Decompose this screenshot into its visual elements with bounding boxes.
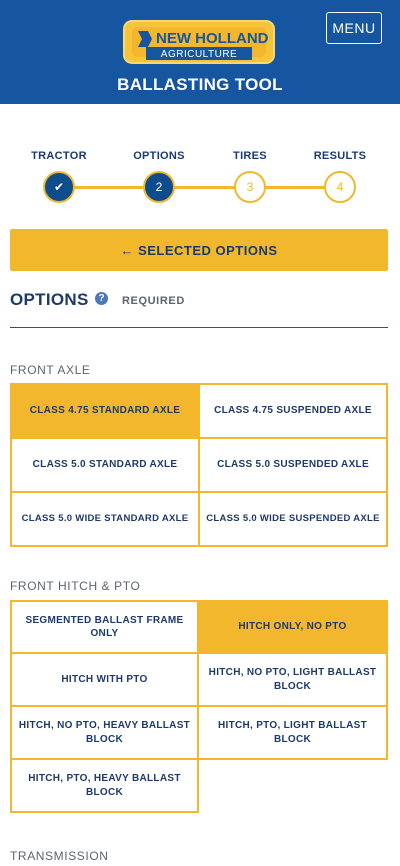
- new-holland-logo[interactable]: NEW HOLLAND AGRICULTURE: [122, 19, 276, 65]
- divider: [10, 327, 388, 328]
- step-results-marker[interactable]: 4: [324, 171, 356, 203]
- page-title: BALLASTING TOOL: [117, 75, 283, 94]
- option-hitch-no-pto-light-ballast-block[interactable]: HITCH, NO PTO, LIGHT BALLAST BLOCK: [199, 654, 388, 707]
- step-label-tires: TIRES: [233, 150, 267, 162]
- stepper-line: [59, 186, 340, 189]
- option-hitch-pto-heavy-ballast-block[interactable]: HITCH, PTO, HEAVY BALLAST BLOCK: [10, 760, 199, 813]
- option-class-475-suspended-axle[interactable]: CLASS 4.75 SUSPENDED AXLE: [200, 385, 388, 439]
- app-header: NEW HOLLAND AGRICULTURE MENU BALLASTING …: [0, 0, 400, 104]
- option-class-50-wide-standard-axle[interactable]: CLASS 5.0 WIDE STANDARD AXLE: [12, 493, 200, 547]
- option-class-50-suspended-axle[interactable]: CLASS 5.0 SUSPENDED AXLE: [200, 439, 388, 493]
- option-class-50-standard-axle[interactable]: CLASS 5.0 STANDARD AXLE: [12, 439, 200, 493]
- required-label: REQUIRED: [122, 295, 185, 307]
- option-hitch-only-no-pto[interactable]: HITCH ONLY, NO PTO: [199, 600, 388, 654]
- front-axle-options: CLASS 4.75 STANDARD AXLE CLASS 4.75 SUSP…: [10, 383, 388, 547]
- front-hitch-pto-options: SEGMENTED BALLAST FRAME ONLY HITCH ONLY,…: [10, 600, 388, 813]
- option-segmented-ballast-frame-only[interactable]: SEGMENTED BALLAST FRAME ONLY: [10, 600, 199, 654]
- step-tires-marker[interactable]: 3: [234, 171, 266, 203]
- selected-options-button[interactable]: ← SELECTED OPTIONS: [10, 229, 388, 271]
- option-class-50-wide-suspended-axle[interactable]: CLASS 5.0 WIDE SUSPENDED AXLE: [200, 493, 388, 547]
- option-hitch-pto-light-ballast-block[interactable]: HITCH, PTO, LIGHT BALLAST BLOCK: [199, 707, 388, 760]
- option-class-475-standard-axle[interactable]: CLASS 4.75 STANDARD AXLE: [12, 385, 200, 439]
- step-label-results: RESULTS: [313, 150, 367, 162]
- option-hitch-with-pto[interactable]: HITCH WITH PTO: [10, 654, 199, 707]
- option-hitch-no-pto-heavy-ballast-block[interactable]: HITCH, NO PTO, HEAVY BALLAST BLOCK: [10, 707, 199, 760]
- step-label-tractor: TRACTOR: [31, 150, 87, 162]
- options-title: OPTIONS: [10, 290, 89, 309]
- step-tractor-check-icon[interactable]: ✔: [43, 171, 75, 203]
- step-label-options: OPTIONS: [133, 150, 185, 162]
- section-label-front-hitch-pto: FRONT HITCH & PTO: [10, 579, 141, 593]
- svg-text:NEW HOLLAND: NEW HOLLAND: [156, 30, 269, 47]
- section-label-front-axle: FRONT AXLE: [10, 363, 91, 377]
- svg-text:AGRICULTURE: AGRICULTURE: [161, 49, 237, 60]
- menu-button[interactable]: MENU: [326, 12, 382, 44]
- help-icon[interactable]: ?: [95, 292, 108, 305]
- step-options-marker[interactable]: 2: [143, 171, 175, 203]
- section-label-transmission: TRANSMISSION: [10, 849, 109, 863]
